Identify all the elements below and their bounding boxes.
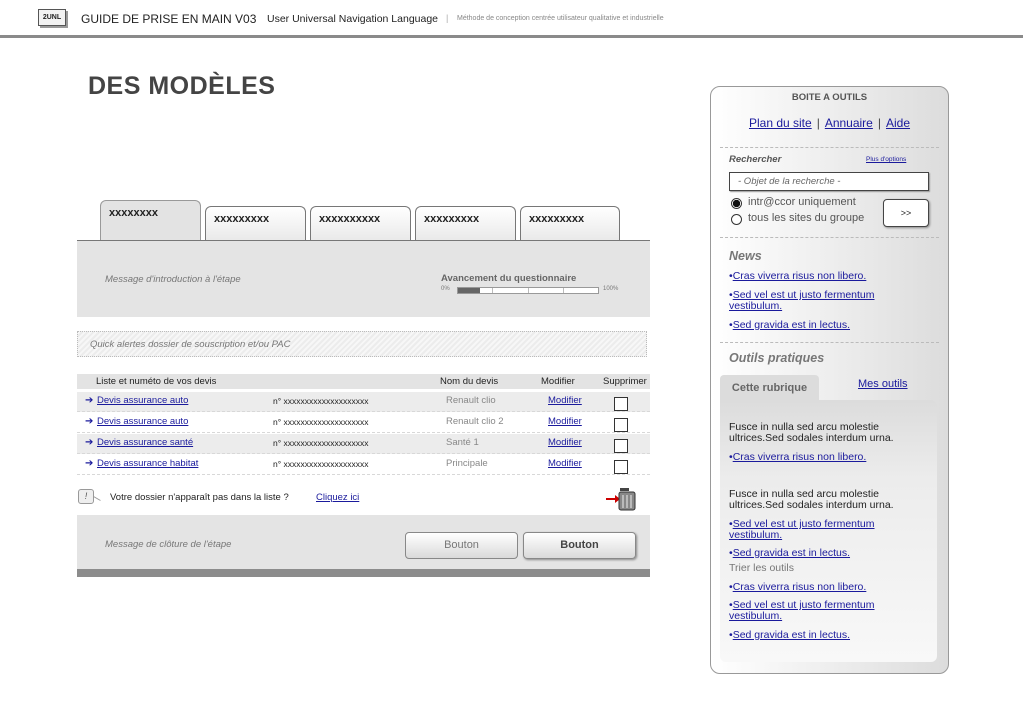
radio-intraccor-label: intr@ccor uniquement xyxy=(748,196,856,208)
missing-dossier-text: Votre dossier n'apparaît pas dans la lis… xyxy=(110,492,289,503)
devis-number: n° xxxxxxxxxxxxxxxxxxxx xyxy=(273,459,369,469)
header-separator: | xyxy=(446,13,449,23)
arrow-right-icon: ➔ xyxy=(85,458,94,469)
devis-title-link[interactable]: Devis assurance habitat xyxy=(97,458,198,469)
news-item: •Sed vel est ut justo fermentum vestibul… xyxy=(729,289,875,312)
delete-checkbox[interactable] xyxy=(614,397,628,411)
help-link[interactable]: Aide xyxy=(886,116,910,130)
divider xyxy=(720,147,939,148)
site-map-link[interactable]: Plan du site xyxy=(749,116,812,130)
tools-link: •Sed vel est ut justo fermentum vestibul… xyxy=(729,599,875,622)
header-bar: 2UNL GUIDE DE PRISE EN MAIN V03 User Uni… xyxy=(0,0,1023,38)
alert-icon: ! xyxy=(78,489,94,504)
modify-link[interactable]: Modifier xyxy=(548,416,582,427)
sort-tools-label: Trier les outils xyxy=(729,562,794,574)
alert-icon-tail xyxy=(93,496,101,501)
modify-link[interactable]: Modifier xyxy=(548,437,582,448)
divider xyxy=(720,342,939,343)
header-list: Liste et numéto de vos devis xyxy=(96,376,217,387)
directory-link[interactable]: Annuaire xyxy=(825,116,873,130)
header-name: Nom du devis xyxy=(440,376,499,387)
search-go-button[interactable]: >> xyxy=(883,199,929,227)
progress-title: Avancement du questionnaire xyxy=(441,273,577,284)
tools-link: •Cras viverra risus non libero. xyxy=(729,451,867,463)
intro-message: Message d'introduction à l'étape xyxy=(105,274,241,285)
guide-title: GUIDE DE PRISE EN MAIN V03 xyxy=(81,12,257,26)
secondary-button[interactable]: Bouton xyxy=(405,532,518,559)
radio-all-sites-label: tous les sites du groupe xyxy=(748,212,865,224)
link-separator: | xyxy=(877,116,881,130)
method-subtitle: Méthode de conception centrée utilisateu… xyxy=(457,15,664,22)
header-delete: Supprimer xyxy=(603,376,647,387)
arrow-right-icon: ➔ xyxy=(85,437,94,448)
radio-intraccor-icon[interactable] xyxy=(731,198,742,209)
devis-number: n° xxxxxxxxxxxxxxxxxxxx xyxy=(273,396,369,406)
table-row: ➔ Devis assurance santé n° xxxxxxxxxxxxxxx… xyxy=(77,434,650,454)
progress-min-label: 0% xyxy=(441,286,450,292)
devis-name: Principale xyxy=(446,458,488,469)
page-title: DES MODÈLES xyxy=(88,72,276,100)
delete-checkbox[interactable] xyxy=(614,418,628,432)
tab-5[interactable]: xxxxxxxxx xyxy=(520,206,620,241)
primary-button[interactable]: Bouton xyxy=(523,532,636,559)
devis-number: n° xxxxxxxxxxxxxxxxxxxx xyxy=(273,438,369,448)
more-options-link[interactable]: Plus d'options xyxy=(866,156,906,163)
trash-icon[interactable] xyxy=(605,484,641,512)
tools-link: •Sed vel est ut justo fermentum vestibul… xyxy=(729,518,875,541)
devis-name: Renault clio xyxy=(446,395,496,406)
tools-link: •Sed gravida est in lectus. xyxy=(729,547,851,559)
news-item: •Sed gravida est in lectus. xyxy=(729,319,851,331)
arrow-right-icon: ➔ xyxy=(85,395,94,406)
news-title: News xyxy=(729,249,762,263)
devis-name: Renault clio 2 xyxy=(446,416,504,427)
tab-3[interactable]: xxxxxxxxxx xyxy=(310,206,411,241)
table-row: ➔ Devis assurance auto n° xxxxxxxxxxxxxxxx… xyxy=(77,392,650,412)
news-item: •Cras viverra risus non libero. xyxy=(729,270,867,282)
tools-link: •Sed gravida est in lectus. xyxy=(729,629,851,641)
arrow-right-icon: ➔ xyxy=(85,416,94,427)
devis-name: Santé 1 xyxy=(446,437,479,448)
tab-my-tools[interactable]: Mes outils xyxy=(858,378,908,390)
tab-2[interactable]: xxxxxxxxx xyxy=(205,206,306,241)
quick-alerts: Quick alertes dossier de souscription et… xyxy=(77,331,647,357)
click-here-link[interactable]: Cliquez ici xyxy=(316,492,359,503)
table-row: ➔ Devis assurance habitat n° xxxxxxxxxxxxx… xyxy=(77,455,650,475)
delete-checkbox[interactable] xyxy=(614,460,628,474)
delete-checkbox[interactable] xyxy=(614,439,628,453)
closing-message: Message de clôture de l'étape xyxy=(105,539,232,550)
toolbox-title: BOITE A OUTILS xyxy=(791,92,868,103)
modify-link[interactable]: Modifier xyxy=(548,458,582,469)
toolbox-panel: BOITE A OUTILS Plan du site | Annuaire | Aid… xyxy=(710,86,949,674)
devis-title-link[interactable]: Devis assurance santé xyxy=(97,437,193,448)
tools-paragraph-1: Fusce in nulla sed arcu molestie ultrice… xyxy=(729,421,894,444)
devis-title-link[interactable]: Devis assurance auto xyxy=(97,395,188,406)
tools-link: •Cras viverra risus non libero. xyxy=(729,581,867,593)
tools-paragraph-2: Fusce in nulla sed arcu molestie ultrice… xyxy=(729,488,894,511)
search-label: Rechercher xyxy=(729,154,782,165)
closing-section: Message de clôture de l'étape Bouton Bou… xyxy=(77,515,650,569)
devis-number: n° xxxxxxxxxxxxxxxxxxxx xyxy=(273,417,369,427)
devis-title-link[interactable]: Devis assurance auto xyxy=(97,416,188,427)
link-separator: | xyxy=(816,116,820,130)
divider xyxy=(720,237,939,238)
progress-bar xyxy=(457,287,599,294)
progress-max-label: 100% xyxy=(603,286,619,292)
unl-title: User Universal Navigation Language xyxy=(267,13,439,25)
search-input[interactable]: - Objet de la recherche - xyxy=(729,172,929,191)
intro-section: Message d'introduction à l'étape Avancem… xyxy=(77,241,650,317)
tools-title: Outils pratiques xyxy=(729,351,825,365)
progress-fill xyxy=(458,288,481,293)
logo: 2UNL xyxy=(38,9,66,26)
tab-1[interactable]: xxxxxxxx xyxy=(100,200,201,242)
tab-4[interactable]: xxxxxxxxx xyxy=(415,206,516,241)
tab-this-section[interactable]: Cette rubrique xyxy=(720,375,819,401)
table-row: ➔ Devis assurance auto n° xxxxxxxxxxxxxxxx… xyxy=(77,413,650,433)
radio-all-sites-icon[interactable] xyxy=(731,214,742,225)
toolbox-top-links: Plan du site | Annuaire | Aide xyxy=(711,116,948,130)
closing-bar xyxy=(77,569,650,577)
devis-table-header: Liste et numéto de vos devis Nom du devi… xyxy=(77,374,650,389)
header-modify: Modifier xyxy=(541,376,575,387)
modify-link[interactable]: Modifier xyxy=(548,395,582,406)
